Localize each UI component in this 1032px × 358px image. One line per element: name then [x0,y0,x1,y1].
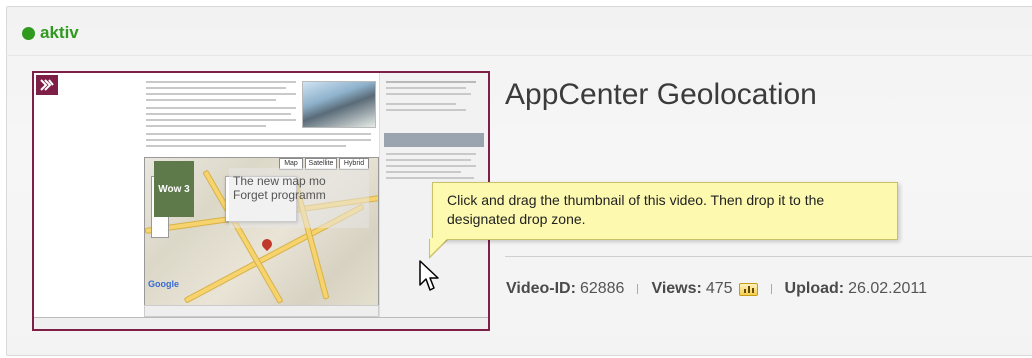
drag-hint-tooltip: Click and drag the thumbnail of this vid… [432,182,898,240]
map-overlay-text: The new map mo Forget programm [229,168,369,228]
video-id-label: Video-ID: [506,280,576,297]
article-image [302,81,376,128]
divider [6,55,1032,56]
upload-label: Upload: [784,280,845,297]
status-indicator: aktiv [22,23,79,43]
status-label: aktiv [40,23,79,42]
upload-value: 26.02.2011 [848,280,927,297]
video-title: AppCenter Geolocation [505,78,817,111]
video-badge-icon [36,75,58,95]
thumbnail-url-bar [34,317,488,329]
mouse-pointer-icon [419,260,439,291]
views-label: Views: [651,280,702,297]
views-value: 475 [705,280,733,297]
map-brand: Google [148,279,179,289]
meta-divider [505,256,1032,257]
video-meta: Video-ID: 62886 Views: 475 Upload: 26.02… [506,280,927,298]
overlay-badge: Wow 3 [154,161,194,217]
status-dot-icon [22,26,35,40]
bar-chart-icon[interactable] [738,282,758,296]
tooltip-pointer [430,238,448,256]
video-id-value: 62886 [579,280,625,297]
